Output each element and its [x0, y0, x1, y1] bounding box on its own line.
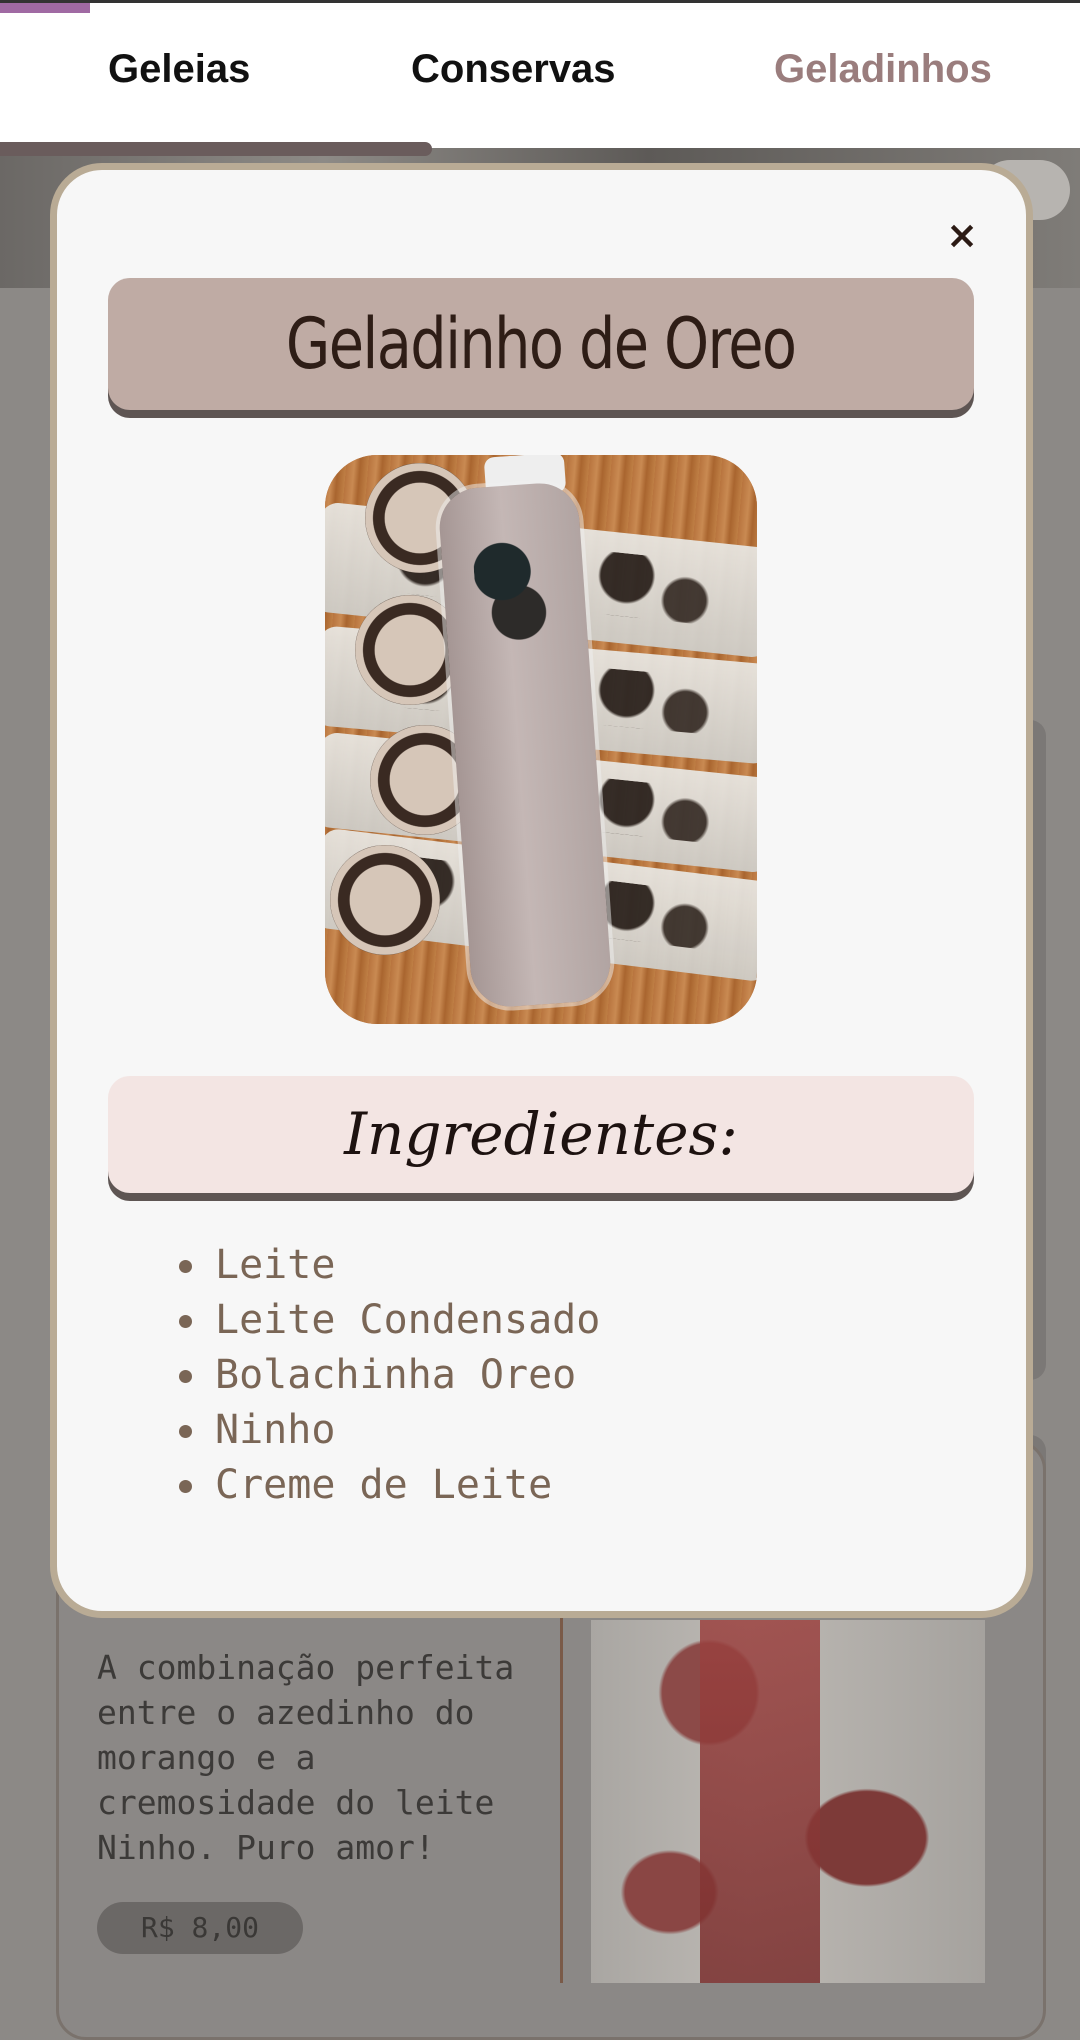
tab-conservas[interactable]: Conservas: [411, 47, 616, 92]
product-price: R$ 8,00: [97, 1902, 303, 1954]
ingredient-item: Ninho: [178, 1403, 600, 1458]
oreo-crumbs: [470, 512, 550, 658]
product-card-divider: [560, 1610, 563, 1983]
ingredient-item: Leite Condensado: [178, 1293, 600, 1348]
tab-accent-mark: [0, 3, 90, 13]
tab-geleias[interactable]: Geleias: [108, 47, 250, 92]
ingredient-item: Bolachinha Oreo: [178, 1348, 600, 1403]
modal-title-band: Geladinho de Oreo: [108, 278, 974, 410]
close-icon: ×: [946, 213, 978, 257]
product-description: A combinação perfeita entre o azedinho d…: [97, 1648, 515, 1867]
ingredient-item: Creme de Leite: [178, 1458, 600, 1513]
ingredients-heading-band: Ingredientes:: [108, 1076, 974, 1193]
product-photo: [325, 455, 757, 1024]
ingredient-item: Leite: [178, 1238, 600, 1293]
modal-title: Geladinho de Oreo: [286, 303, 797, 385]
brand-stamp: [330, 845, 440, 955]
tab-geladinhos[interactable]: Geladinhos: [774, 47, 992, 92]
ingredients-list: Leite Leite Condensado Bolachinha Oreo N…: [165, 1238, 600, 1513]
tab-scroll-indicator: [0, 142, 432, 156]
close-button[interactable]: ×: [937, 210, 987, 260]
product-detail-modal: × Geladinho de Oreo Ingredientes: Leite …: [50, 163, 1033, 1618]
ingredients-heading: Ingredientes:: [344, 1100, 738, 1168]
category-tab-bar: Geleias Conservas Geladinhos: [0, 0, 1080, 148]
product-photo-popsicle: [700, 1620, 820, 1983]
